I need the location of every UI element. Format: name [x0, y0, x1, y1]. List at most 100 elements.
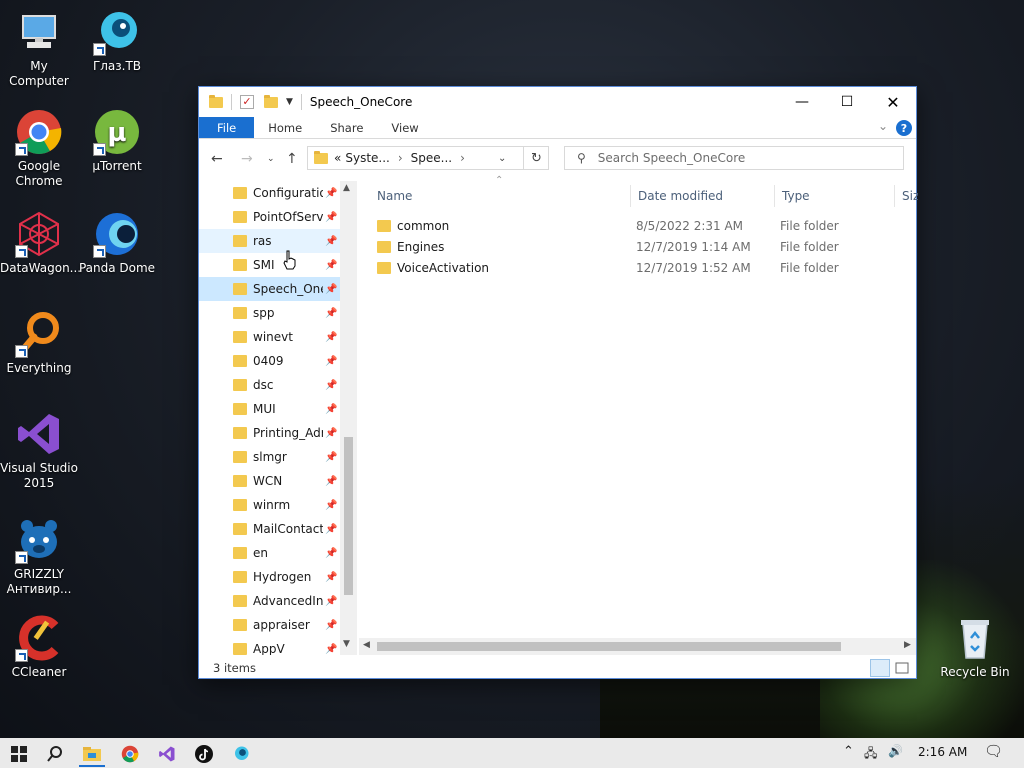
tab-file[interactable]: File	[199, 117, 255, 138]
recent-locations-chevron-icon[interactable]: ⌄	[267, 154, 275, 164]
pin-icon[interactable]: 📌	[325, 596, 337, 607]
scroll-right-icon[interactable]: ▶	[904, 640, 911, 650]
tab-share[interactable]: Share	[316, 117, 377, 138]
pin-icon[interactable]: 📌	[325, 428, 337, 439]
pin-icon[interactable]: 📌	[325, 500, 337, 511]
file-row-voiceactivation[interactable]: VoiceActivation 12/7/2019 1:52 AM File f…	[377, 257, 917, 278]
tab-view[interactable]: View	[377, 117, 432, 138]
breadcrumb-separator-icon[interactable]: ›	[398, 151, 403, 165]
nav-item[interactable]: en 📌	[199, 541, 357, 565]
breadcrumb-speech[interactable]: Spee...	[411, 151, 452, 165]
back-arrow-icon[interactable]: ←	[211, 151, 223, 167]
desktop-icon-utorrent[interactable]: µ µTorrent	[78, 108, 156, 174]
taskbar-clock[interactable]: 2:16 AM	[918, 745, 967, 759]
breadcrumb-overflow[interactable]: «	[334, 151, 341, 165]
scrollbar-thumb[interactable]	[377, 642, 841, 651]
nav-item[interactable]: AdvancedInstallers📌	[199, 589, 357, 613]
pin-icon[interactable]: 📌	[325, 380, 337, 391]
scroll-up-icon[interactable]: ▲	[343, 183, 350, 193]
column-divider[interactable]	[630, 185, 631, 207]
file-list[interactable]: ⌃ Name Date modified Type Size common 8/…	[367, 175, 918, 655]
pin-icon[interactable]: 📌	[325, 524, 337, 535]
nav-item[interactable]: WCN 📌	[199, 469, 357, 493]
maximize-button[interactable]: ☐	[824, 87, 870, 117]
chrome-taskbar-button[interactable]	[113, 741, 147, 767]
pin-icon[interactable]: 📌	[325, 284, 337, 295]
scroll-left-icon[interactable]: ◀	[363, 640, 370, 650]
pin-icon[interactable]: 📌	[325, 404, 337, 415]
desktop-icon-recycle-bin[interactable]: Recycle Bin	[936, 614, 1014, 680]
nav-item-ras[interactable]: ras 📌	[199, 229, 357, 253]
column-divider[interactable]	[894, 185, 895, 207]
close-button[interactable]: ✕	[870, 87, 916, 117]
nav-item[interactable]: appraiser 📌	[199, 613, 357, 637]
volume-icon[interactable]: 🔊	[888, 744, 903, 758]
search-taskbar-button[interactable]	[38, 741, 72, 767]
nav-item[interactable]: winevt 📌	[199, 325, 357, 349]
tiktok-taskbar-button[interactable]	[187, 741, 221, 767]
desktop-icon-panda-dome[interactable]: Panda Dome	[78, 210, 156, 276]
pin-icon[interactable]: 📌	[325, 476, 337, 487]
forward-arrow-icon[interactable]: →	[241, 151, 253, 167]
scroll-down-icon[interactable]: ▼	[343, 639, 350, 649]
navigation-scrollbar[interactable]: ▲ ▼	[340, 181, 357, 655]
file-row-common[interactable]: common 8/5/2022 2:31 AM File folder	[377, 215, 917, 236]
column-header-name[interactable]: Name	[377, 189, 412, 203]
nav-item[interactable]: winrm 📌	[199, 493, 357, 517]
desktop-icon-visual-studio[interactable]: Visual Studio 2015	[0, 410, 78, 491]
minimize-button[interactable]: —	[779, 87, 825, 117]
desktop-icon-my-computer[interactable]: My Computer	[0, 8, 78, 89]
help-icon[interactable]: ?	[896, 120, 912, 136]
show-hidden-icons-chevron-icon[interactable]: ⌃	[843, 744, 854, 759]
glaz-tv-taskbar-button[interactable]	[224, 741, 258, 767]
action-center-icon[interactable]: 🗨	[984, 742, 1003, 760]
pin-icon[interactable]: 📌	[325, 260, 337, 271]
nav-item[interactable]: Printing_Admin📌	[199, 421, 357, 445]
horizontal-scrollbar[interactable]: ◀ ▶	[359, 638, 916, 655]
file-explorer-taskbar-button[interactable]	[75, 741, 109, 767]
pin-icon[interactable]: 📌	[325, 620, 337, 631]
nav-item[interactable]: MUI 📌	[199, 397, 357, 421]
details-view-icon[interactable]	[870, 659, 890, 677]
properties-check-icon[interactable]: ✓	[240, 95, 254, 109]
nav-item[interactable]: MailContacts 📌	[199, 517, 357, 541]
nav-item[interactable]: spp 📌	[199, 301, 357, 325]
desktop-icon-grizzly[interactable]: GRIZZLY Антивир...	[0, 516, 78, 597]
start-button[interactable]	[2, 741, 36, 767]
nav-item-speech-onecore[interactable]: Speech_OneCore📌	[199, 277, 357, 301]
large-icons-view-icon[interactable]	[892, 659, 912, 677]
scrollbar-thumb[interactable]	[344, 437, 353, 595]
breadcrumb-separator-icon[interactable]: ›	[460, 151, 465, 165]
visual-studio-taskbar-button[interactable]	[150, 741, 184, 767]
nav-item[interactable]: Configuration📌	[199, 181, 357, 205]
tab-home[interactable]: Home	[254, 117, 316, 138]
desktop-icon-glaz-tv[interactable]: Глаз.ТВ	[78, 8, 156, 74]
nav-item[interactable]: PointOfService📌	[199, 205, 357, 229]
search-input[interactable]: ⚲ Search Speech_OneCore	[564, 146, 904, 170]
nav-item[interactable]: SMI 📌	[199, 253, 357, 277]
up-arrow-icon[interactable]: ↑	[286, 151, 298, 167]
address-dropdown-icon[interactable]: ⌄	[498, 153, 506, 164]
pin-icon[interactable]: 📌	[325, 236, 337, 247]
file-row-engines[interactable]: Engines 12/7/2019 1:14 AM File folder	[377, 236, 917, 257]
desktop-icon-everything[interactable]: Everything	[0, 310, 78, 376]
pin-icon[interactable]: 📌	[325, 452, 337, 463]
column-divider[interactable]	[774, 185, 775, 207]
new-folder-icon[interactable]	[264, 94, 278, 108]
desktop-icon-google-chrome[interactable]: Google Chrome	[0, 108, 78, 189]
nav-item[interactable]: 0409 📌	[199, 349, 357, 373]
pin-icon[interactable]: 📌	[325, 356, 337, 367]
column-header-type[interactable]: Type	[782, 189, 810, 203]
nav-item[interactable]: slmgr 📌	[199, 445, 357, 469]
pin-icon[interactable]: 📌	[325, 548, 337, 559]
navigation-pane[interactable]: Configuration📌 PointOfService📌 ras📌 SMI📌…	[199, 181, 357, 655]
desktop-icon-datawagon[interactable]: DataWagon...	[0, 210, 81, 276]
pin-icon[interactable]: 📌	[325, 188, 337, 199]
expand-ribbon-chevron-icon[interactable]: ⌄	[878, 119, 888, 133]
network-icon[interactable]: 🖧	[864, 744, 877, 765]
nav-item[interactable]: AppV 📌	[199, 637, 357, 655]
file-explorer-window[interactable]: ✓ ▼ Speech_OneCore — ☐ ✕ File Home Share…	[198, 86, 918, 679]
title-bar[interactable]: ✓ ▼ Speech_OneCore — ☐ ✕	[199, 87, 916, 117]
column-header-size[interactable]: Size	[902, 189, 918, 203]
column-header-date-modified[interactable]: Date modified	[638, 189, 723, 203]
